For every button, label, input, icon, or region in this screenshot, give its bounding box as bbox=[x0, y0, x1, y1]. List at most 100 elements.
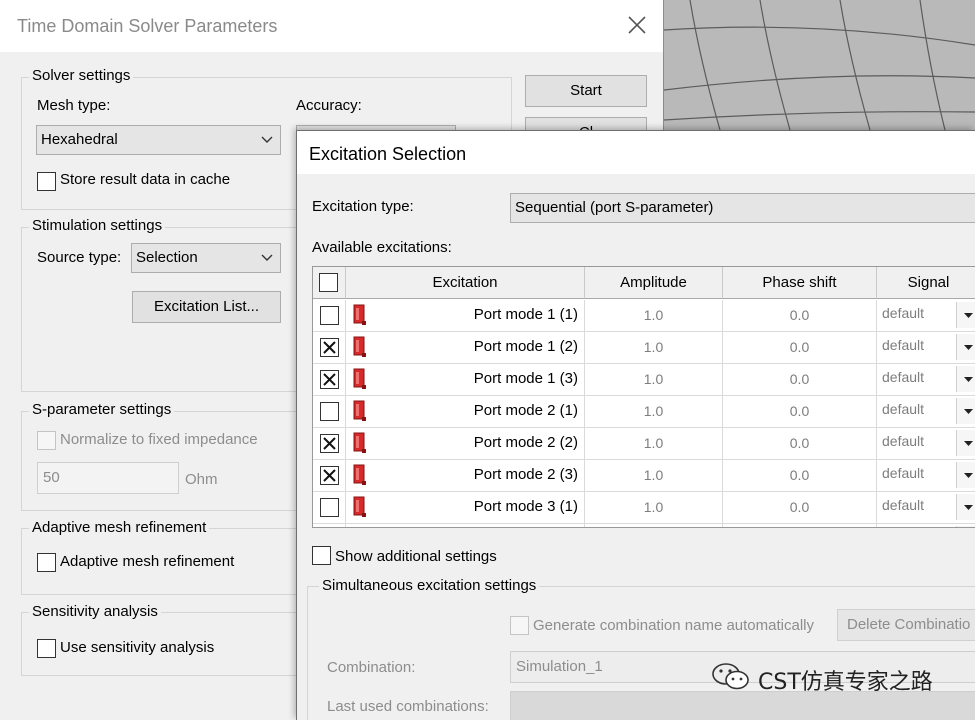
table-row[interactable]: Port mode 2 (2) 1.0 0.0 default bbox=[313, 428, 975, 460]
checkmark-x-icon bbox=[323, 341, 336, 354]
excitation-type-value: Sequential (port S-parameter) bbox=[515, 199, 714, 216]
table-row[interactable]: Port mode 2 (1) 1.0 0.0 default bbox=[313, 396, 975, 428]
sensitivity-checkbox[interactable] bbox=[37, 639, 56, 658]
signal-value: default bbox=[882, 401, 925, 417]
phase-shift-cell bbox=[723, 524, 877, 527]
simultaneous-settings-title: Simultaneous excitation settings bbox=[319, 577, 540, 594]
source-type-label: Source type: bbox=[37, 249, 122, 266]
signal-dropdown-button[interactable] bbox=[956, 462, 975, 488]
signal-dropdown-button[interactable] bbox=[956, 334, 975, 360]
available-excitations-label: Available excitations: bbox=[312, 239, 452, 256]
excitation-cell bbox=[346, 524, 585, 527]
source-type-dropdown[interactable]: Selection bbox=[131, 243, 281, 273]
row-checkbox-cell bbox=[313, 364, 346, 395]
port-icon bbox=[353, 464, 367, 486]
amplitude-cell[interactable]: 1.0 bbox=[585, 396, 723, 427]
chevron-down-icon bbox=[261, 254, 273, 261]
port-icon bbox=[353, 368, 367, 390]
row-checkbox[interactable] bbox=[320, 338, 339, 357]
show-additional-checkbox[interactable] bbox=[312, 546, 331, 565]
checkmark-x-icon bbox=[323, 469, 336, 482]
excitation-list-button[interactable]: Excitation List... bbox=[132, 291, 281, 323]
signal-cell[interactable]: default bbox=[877, 524, 975, 527]
column-header-excitation[interactable]: Excitation bbox=[346, 267, 585, 299]
table-row[interactable]: Port mode 1 (1) 1.0 0.0 default bbox=[313, 300, 975, 332]
row-checkbox[interactable] bbox=[320, 370, 339, 389]
table-row[interactable]: Port mode 1 (3) 1.0 0.0 default bbox=[313, 364, 975, 396]
signal-dropdown-button[interactable] bbox=[956, 430, 975, 456]
phase-shift-cell[interactable]: 0.0 bbox=[723, 332, 877, 363]
row-checkbox[interactable] bbox=[320, 402, 339, 421]
phase-shift-cell[interactable]: 0.0 bbox=[723, 300, 877, 331]
row-checkbox[interactable] bbox=[320, 434, 339, 453]
signal-cell[interactable]: default bbox=[877, 460, 975, 491]
impedance-unit: Ohm bbox=[185, 471, 218, 488]
signal-cell[interactable]: default bbox=[877, 364, 975, 395]
row-checkbox[interactable] bbox=[320, 306, 339, 325]
table-row[interactable]: Port mode 1 (2) 1.0 0.0 default bbox=[313, 332, 975, 364]
signal-value: default bbox=[882, 497, 925, 513]
row-checkbox-cell bbox=[313, 428, 346, 459]
phase-shift-cell[interactable]: 0.0 bbox=[723, 492, 877, 523]
signal-cell[interactable]: default bbox=[877, 332, 975, 363]
amplitude-cell[interactable]: 1.0 bbox=[585, 492, 723, 523]
amplitude-cell[interactable]: 1.0 bbox=[585, 332, 723, 363]
amplitude-cell[interactable]: 1.0 bbox=[585, 460, 723, 491]
phase-shift-cell[interactable]: 0.0 bbox=[723, 364, 877, 395]
amplitude-cell[interactable]: 1.0 bbox=[585, 428, 723, 459]
mesh-type-label: Mesh type: bbox=[37, 97, 111, 114]
dialog-title: Time Domain Solver Parameters bbox=[17, 16, 278, 36]
table-row[interactable]: Port mode 2 (3) 1.0 0.0 default bbox=[313, 460, 975, 492]
generate-name-checkbox[interactable] bbox=[510, 616, 529, 635]
signal-cell[interactable]: default bbox=[877, 492, 975, 523]
phase-shift-cell[interactable]: 0.0 bbox=[723, 460, 877, 491]
phase-shift-cell[interactable]: 0.0 bbox=[723, 396, 877, 427]
signal-cell[interactable]: default bbox=[877, 300, 975, 331]
signal-dropdown-button[interactable] bbox=[956, 302, 975, 328]
close-icon[interactable] bbox=[626, 14, 648, 36]
caret-down-icon bbox=[964, 345, 973, 350]
signal-value: default bbox=[882, 305, 925, 321]
excitation-name: Port mode 1 (1) bbox=[473, 306, 578, 323]
dialog-titlebar: Time Domain Solver Parameters bbox=[0, 0, 663, 52]
signal-dropdown-button[interactable] bbox=[956, 526, 975, 527]
excitation-selection-dialog: Excitation Selection Excitation type: Se… bbox=[296, 130, 975, 720]
phase-shift-cell[interactable]: 0.0 bbox=[723, 428, 877, 459]
normalize-impedance-checkbox[interactable] bbox=[37, 431, 56, 450]
signal-dropdown-button[interactable] bbox=[956, 366, 975, 392]
row-checkbox[interactable] bbox=[320, 466, 339, 485]
adaptive-mesh-checkbox[interactable] bbox=[37, 553, 56, 572]
row-checkbox-cell bbox=[313, 524, 346, 527]
generate-name-label: Generate combination name automatically bbox=[533, 617, 814, 634]
column-header-phase-shift[interactable]: Phase shift bbox=[723, 267, 877, 299]
mesh-type-dropdown[interactable]: Hexahedral bbox=[36, 125, 281, 155]
signal-dropdown-button[interactable] bbox=[956, 494, 975, 520]
signal-value: default bbox=[882, 369, 925, 385]
excitations-table: Excitation Amplitude Phase shift Signal … bbox=[312, 266, 975, 528]
signal-dropdown-button[interactable] bbox=[956, 398, 975, 424]
sparameter-settings-group bbox=[21, 411, 301, 511]
impedance-input[interactable]: 50 bbox=[37, 462, 179, 494]
signal-cell[interactable]: default bbox=[877, 396, 975, 427]
column-header-amplitude[interactable]: Amplitude bbox=[585, 267, 723, 299]
table-row[interactable]: Port mode 3 (1) 1.0 0.0 default bbox=[313, 492, 975, 524]
store-cache-checkbox[interactable] bbox=[37, 172, 56, 191]
port-icon bbox=[353, 400, 367, 422]
excitation-cell: Port mode 1 (3) bbox=[346, 364, 585, 395]
signal-value: default bbox=[882, 433, 925, 449]
amplitude-cell[interactable]: 1.0 bbox=[585, 300, 723, 331]
last-used-label: Last used combinations: bbox=[327, 698, 489, 715]
delete-combination-button[interactable]: Delete Combinatio bbox=[837, 609, 975, 641]
signal-cell[interactable]: default bbox=[877, 428, 975, 459]
chevron-down-icon bbox=[261, 136, 273, 143]
excitation-type-dropdown[interactable]: Sequential (port S-parameter) bbox=[510, 193, 975, 223]
select-all-checkbox[interactable] bbox=[319, 273, 338, 292]
excitation-dialog-title: Excitation Selection bbox=[309, 144, 467, 164]
start-button[interactable]: Start bbox=[525, 75, 647, 107]
excitation-cell: Port mode 1 (2) bbox=[346, 332, 585, 363]
row-checkbox[interactable] bbox=[320, 498, 339, 517]
table-row-partial[interactable]: default bbox=[313, 524, 975, 527]
column-header-signal[interactable]: Signal bbox=[877, 267, 975, 299]
row-checkbox-cell bbox=[313, 492, 346, 523]
amplitude-cell[interactable]: 1.0 bbox=[585, 364, 723, 395]
